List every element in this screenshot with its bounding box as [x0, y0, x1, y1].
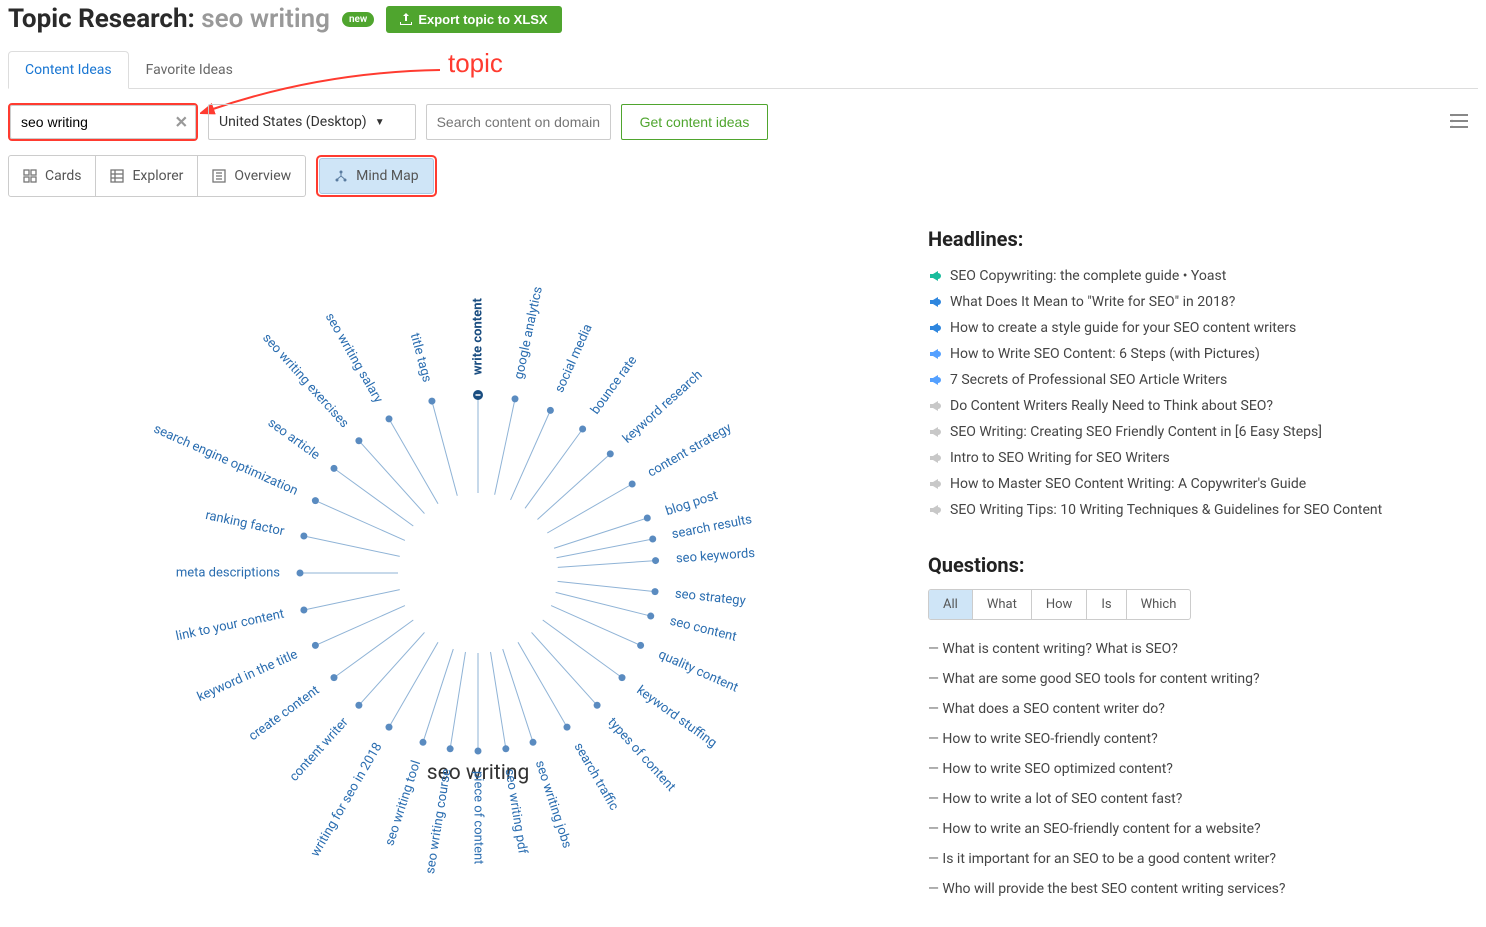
cards-icon: [23, 169, 37, 183]
search-row: ✕ United States (Desktop) ▼ Get content …: [8, 89, 1478, 155]
export-button[interactable]: Export topic to XLSX: [386, 6, 561, 33]
question-item[interactable]: How to write SEO-friendly content?: [928, 724, 1448, 754]
questions-tabs: AllWhatHowIsWhich: [928, 589, 1191, 620]
headline-item[interactable]: SEO Writing: Creating SEO Friendly Conte…: [928, 419, 1448, 445]
megaphone-icon: [928, 373, 942, 387]
question-item[interactable]: How to write SEO optimized content?: [928, 754, 1448, 784]
topic-input[interactable]: [10, 105, 196, 139]
question-tab-what[interactable]: What: [973, 590, 1032, 619]
mindmap-node[interactable]: meta descriptions: [176, 566, 280, 581]
page-header: Topic Research: seo writing new Export t…: [8, 0, 1478, 44]
headline-item[interactable]: Intro to SEO Writing for SEO Writers: [928, 445, 1448, 471]
list-toggle-icon[interactable]: [1450, 113, 1478, 132]
title-topic: seo writing: [201, 4, 330, 34]
question-item[interactable]: What is content writing? What is SEO?: [928, 634, 1448, 664]
question-item[interactable]: Is it important for an SEO to be a good …: [928, 844, 1448, 874]
headline-text: Do Content Writers Really Need to Think …: [950, 398, 1273, 414]
question-tab-is[interactable]: Is: [1087, 590, 1126, 619]
headline-text: Intro to SEO Writing for SEO Writers: [950, 450, 1170, 466]
mindmap-svg: [8, 227, 928, 907]
question-item[interactable]: How to write an SEO-friendly content for…: [928, 814, 1448, 844]
overview-icon: [212, 169, 226, 183]
megaphone-icon: [928, 399, 942, 413]
headline-text: SEO Copywriting: the complete guide • Yo…: [950, 268, 1226, 284]
questions-title: Questions:: [928, 553, 1448, 577]
view-cards-label: Cards: [45, 168, 81, 184]
title-prefix: Topic Research:: [8, 4, 195, 34]
view-explorer[interactable]: Explorer: [96, 155, 198, 197]
megaphone-icon: [928, 451, 942, 465]
view-cards[interactable]: Cards: [8, 155, 96, 197]
questions-section: Questions: AllWhatHowIsWhich What is con…: [928, 553, 1448, 904]
megaphone-icon: [928, 425, 942, 439]
sidebar: Headlines: SEO Copywriting: the complete…: [928, 227, 1478, 907]
headline-text: How to Write SEO Content: 6 Steps (with …: [950, 346, 1260, 362]
headline-item[interactable]: SEO Writing Tips: 10 Writing Techniques …: [928, 497, 1448, 523]
domain-input[interactable]: [426, 104, 611, 140]
question-item[interactable]: How to write a lot of SEO content fast?: [928, 784, 1448, 814]
headlines-title: Headlines:: [928, 227, 1448, 251]
view-mindmap-highlight: Mind Map: [316, 155, 436, 197]
megaphone-icon: [928, 321, 942, 335]
megaphone-icon: [928, 503, 942, 517]
headline-item[interactable]: How to Write SEO Content: 6 Steps (with …: [928, 341, 1448, 367]
question-tab-which[interactable]: Which: [1127, 590, 1191, 619]
new-badge: new: [342, 12, 374, 27]
annotation-label: topic: [448, 48, 503, 79]
main-tabs: Content Ideas Favorite Ideas: [8, 50, 1478, 89]
view-toggle-row: Cards Explorer Overview Mind Map: [8, 155, 1478, 197]
headline-text: How to create a style guide for your SEO…: [950, 320, 1296, 336]
view-mindmap[interactable]: Mind Map: [319, 158, 433, 194]
megaphone-icon: [928, 295, 942, 309]
headline-text: SEO Writing: Creating SEO Friendly Conte…: [950, 424, 1322, 440]
headline-item[interactable]: Do Content Writers Really Need to Think …: [928, 393, 1448, 419]
headline-text: 7 Secrets of Professional SEO Article Wr…: [950, 372, 1227, 388]
export-label: Export topic to XLSX: [418, 12, 547, 27]
headline-item[interactable]: How to Master SEO Content Writing: A Cop…: [928, 471, 1448, 497]
questions-list: What is content writing? What is SEO?Wha…: [928, 634, 1448, 904]
view-explorer-label: Explorer: [132, 168, 183, 184]
region-select[interactable]: United States (Desktop) ▼: [208, 104, 416, 140]
mindmap-node[interactable]: write content: [471, 298, 486, 375]
tab-favorite-ideas[interactable]: Favorite Ideas: [129, 51, 250, 89]
question-item[interactable]: What are some good SEO tools for content…: [928, 664, 1448, 694]
question-item[interactable]: Who will provide the best SEO content wr…: [928, 874, 1448, 904]
megaphone-icon: [928, 477, 942, 491]
headline-text: SEO Writing Tips: 10 Writing Techniques …: [950, 502, 1382, 518]
megaphone-icon: [928, 269, 942, 283]
topic-input-highlight: ✕: [8, 103, 198, 141]
headline-text: What Does It Mean to "Write for SEO" in …: [950, 294, 1235, 310]
get-content-ideas-button[interactable]: Get content ideas: [621, 104, 769, 140]
headline-item[interactable]: How to create a style guide for your SEO…: [928, 315, 1448, 341]
upload-icon: [400, 13, 412, 25]
question-tab-how[interactable]: How: [1032, 590, 1087, 619]
tab-content-ideas[interactable]: Content Ideas: [8, 51, 129, 89]
clear-icon[interactable]: ✕: [175, 113, 188, 132]
megaphone-icon: [928, 347, 942, 361]
main-layout: seo writing write contentgoogle analytic…: [8, 227, 1478, 907]
mindmap-icon: [334, 169, 348, 183]
headline-item[interactable]: 7 Secrets of Professional SEO Article Wr…: [928, 367, 1448, 393]
mindmap-node[interactable]: piece of content: [471, 771, 486, 864]
view-mindmap-label: Mind Map: [356, 168, 418, 184]
view-overview[interactable]: Overview: [198, 155, 306, 197]
headlines-list: SEO Copywriting: the complete guide • Yo…: [928, 263, 1448, 523]
headline-item[interactable]: SEO Copywriting: the complete guide • Yo…: [928, 263, 1448, 289]
explorer-icon: [110, 169, 124, 183]
view-overview-label: Overview: [234, 168, 291, 184]
headline-item[interactable]: What Does It Mean to "Write for SEO" in …: [928, 289, 1448, 315]
region-value: United States (Desktop): [219, 114, 367, 130]
chevron-down-icon: ▼: [375, 117, 385, 128]
page-title: Topic Research: seo writing: [8, 4, 330, 34]
headline-text: How to Master SEO Content Writing: A Cop…: [950, 476, 1306, 492]
question-item[interactable]: What does a SEO content writer do?: [928, 694, 1448, 724]
mindmap-area[interactable]: seo writing write contentgoogle analytic…: [8, 227, 928, 907]
question-tab-all[interactable]: All: [929, 590, 973, 619]
